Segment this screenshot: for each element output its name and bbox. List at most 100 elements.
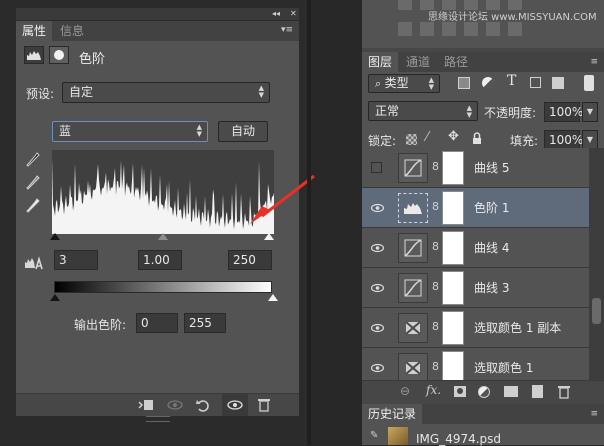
output-white-field[interactable]: 255 <box>184 313 226 333</box>
output-black-slider[interactable] <box>50 294 60 301</box>
tab-properties[interactable]: 属性 <box>16 21 53 41</box>
eye-icon[interactable] <box>370 362 385 374</box>
link-layers-icon[interactable]: ⊖ <box>400 384 410 398</box>
input-gamma-field[interactable]: 1.00 <box>138 250 182 270</box>
tab-paths[interactable]: 路径 <box>438 52 474 72</box>
fill-slider-toggle[interactable]: ▼ <box>582 130 598 150</box>
filter-type-icon[interactable]: T <box>507 73 516 89</box>
fx-icon[interactable]: fx. <box>426 383 441 397</box>
layers-scrollbar[interactable] <box>589 148 604 380</box>
preset-thumb[interactable] <box>398 0 412 10</box>
lock-all-icon[interactable] <box>472 132 482 148</box>
black-point-eyedropper-icon[interactable] <box>26 152 40 171</box>
preset-thumb[interactable] <box>398 22 412 36</box>
layer-name: 曲线 4 <box>474 241 510 255</box>
input-black-slider[interactable] <box>50 233 60 240</box>
filter-adjustment-icon[interactable] <box>482 77 494 89</box>
input-gray-slider[interactable] <box>158 233 168 240</box>
lock-image-brush-icon[interactable]: ⁄ <box>426 130 428 145</box>
preset-thumb[interactable] <box>464 22 478 36</box>
blend-mode-select[interactable]: 正常 ▲ ▼ <box>368 101 478 121</box>
preset-thumb[interactable] <box>508 22 522 36</box>
layer-row[interactable]: 8 色阶 1 <box>362 188 589 228</box>
history-snapshot-thumb[interactable] <box>388 427 408 445</box>
link-icon[interactable]: 8 <box>432 200 439 213</box>
panel-menu-icon[interactable]: ≡ <box>590 408 598 420</box>
eye-icon[interactable] <box>370 322 385 334</box>
opacity-label: 不透明度: <box>484 106 537 120</box>
output-black-field[interactable]: 0 <box>136 313 178 333</box>
close-panel-icon[interactable]: ✕ <box>290 8 297 20</box>
link-icon[interactable]: 8 <box>432 360 439 373</box>
search-icon: ⌕ <box>375 77 385 90</box>
mask-thumbnail[interactable] <box>442 351 464 380</box>
output-white-slider[interactable] <box>268 294 278 301</box>
collapse-panel-icon[interactable]: ◂◂ <box>272 8 280 20</box>
new-group-icon[interactable] <box>504 386 518 397</box>
filter-smart-object-icon[interactable] <box>552 77 564 89</box>
link-icon[interactable]: 8 <box>432 320 439 333</box>
mask-thumbnail[interactable] <box>442 231 464 265</box>
fill-label: 填充: <box>510 134 539 148</box>
mask-thumbnail[interactable] <box>442 311 464 345</box>
layer-row[interactable]: 8 曲线 4 <box>362 228 589 268</box>
preset-thumb[interactable] <box>420 22 434 36</box>
eye-icon[interactable] <box>370 282 385 294</box>
new-layer-icon[interactable] <box>532 385 543 398</box>
layer-row[interactable]: 8 曲线 5 <box>362 148 589 188</box>
eye-icon[interactable] <box>370 242 385 254</box>
opacity-slider-toggle[interactable]: ▼ <box>582 102 598 122</box>
layer-row[interactable]: 8 曲线 3 <box>362 268 589 308</box>
link-icon[interactable]: 8 <box>432 160 439 173</box>
fill-field[interactable]: 100% <box>544 130 583 150</box>
auto-button[interactable]: 自动 <box>218 121 268 142</box>
view-previous-state-icon[interactable] <box>166 399 184 414</box>
filter-shape-icon[interactable] <box>530 77 541 88</box>
clip-to-layer-icon[interactable] <box>138 399 154 414</box>
delete-icon[interactable] <box>258 398 270 415</box>
tab-history[interactable]: 历史记录 <box>362 404 423 424</box>
mask-thumbnail[interactable] <box>442 191 464 225</box>
scrollbar-thumb[interactable] <box>592 298 601 324</box>
layer-row[interactable]: 8 选取颜色 1 副本 <box>362 308 589 348</box>
layers-tabbar: 图层 通道 路径 ≡ <box>362 52 604 72</box>
eye-icon[interactable] <box>370 202 385 214</box>
panel-menu-icon[interactable]: ≡ <box>590 56 598 68</box>
lock-position-icon[interactable]: ✥ <box>448 129 459 144</box>
delete-layer-icon[interactable] <box>558 385 570 402</box>
input-white-slider[interactable] <box>264 233 274 240</box>
link-icon[interactable]: 8 <box>432 280 439 293</box>
toggle-visibility-button[interactable] <box>222 394 248 416</box>
panel-menu-icon[interactable]: ▾≡ <box>281 24 293 36</box>
opacity-field[interactable]: 100% <box>544 102 583 122</box>
tab-channels[interactable]: 通道 <box>400 52 436 72</box>
mask-thumbnail[interactable] <box>442 271 464 305</box>
new-adjustment-icon[interactable] <box>478 386 490 398</box>
preset-select[interactable]: 自定 ▲ ▼ <box>62 82 270 103</box>
input-black-field[interactable]: 3 <box>54 250 98 270</box>
mask-icon[interactable] <box>49 46 69 64</box>
history-item[interactable]: IMG_4974.psd <box>416 432 501 446</box>
add-mask-icon[interactable] <box>454 386 466 397</box>
reset-icon[interactable] <box>196 399 210 415</box>
clip-warning-icon[interactable] <box>24 256 44 273</box>
preset-thumb[interactable] <box>486 22 500 36</box>
filter-pixel-icon[interactable] <box>458 77 470 89</box>
mask-thumbnail[interactable] <box>442 151 464 185</box>
input-white-field[interactable]: 250 <box>228 250 272 270</box>
channel-select[interactable]: 蓝 ▲ ▼ <box>52 121 208 142</box>
tab-info[interactable]: 信息 <box>54 21 90 41</box>
link-icon[interactable]: 8 <box>432 240 439 253</box>
filter-type-select[interactable]: ⌕ 类型 ▲ ▼ <box>368 74 440 93</box>
tab-layers[interactable]: 图层 <box>362 52 399 72</box>
selective-color-icon <box>398 313 428 343</box>
resize-grip[interactable] <box>146 416 170 422</box>
filter-toggle[interactable] <box>584 75 594 91</box>
white-point-eyedropper-icon[interactable] <box>26 198 40 217</box>
output-gradient <box>54 281 272 293</box>
visibility-toggle-empty[interactable] <box>371 162 382 173</box>
layer-row[interactable]: 8 选取颜色 1 <box>362 348 589 380</box>
lock-transparent-icon[interactable] <box>406 134 417 145</box>
preset-thumb[interactable] <box>442 22 456 36</box>
gray-point-eyedropper-icon[interactable] <box>26 175 40 194</box>
